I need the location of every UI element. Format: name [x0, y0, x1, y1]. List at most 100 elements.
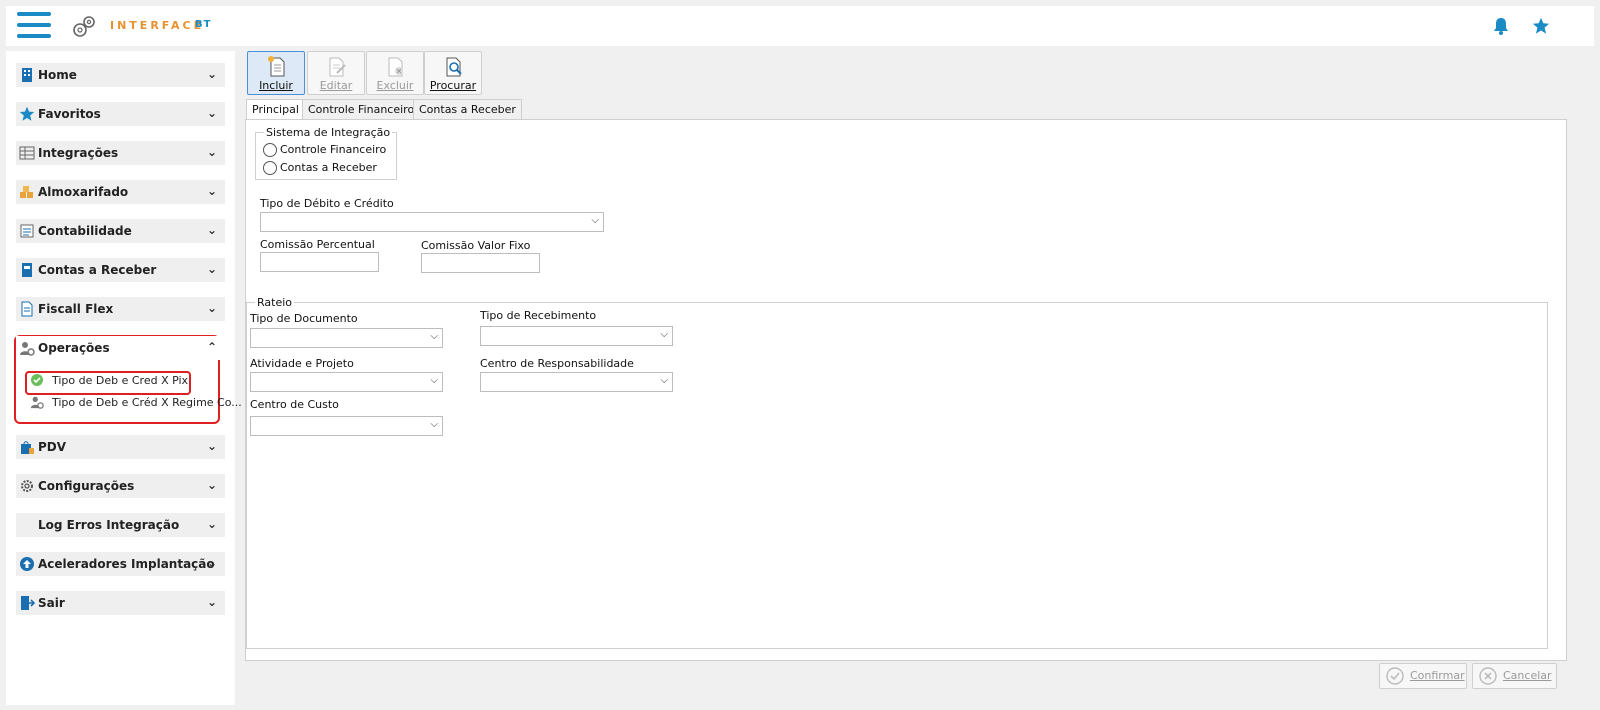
chevron-down-icon: ⌵ [591, 215, 599, 226]
chevron-down-icon: ⌵ [430, 331, 438, 342]
excluir-button[interactable]: Excluir [366, 51, 424, 95]
user-gear-icon [30, 396, 44, 409]
radio-contas-a-receber[interactable] [263, 161, 277, 175]
centro-custo-select[interactable]: ⌵ [250, 416, 443, 436]
atividade-projeto-select[interactable]: ⌵ [250, 372, 443, 392]
tipo-documento-select[interactable]: ⌵ [250, 328, 443, 348]
sidebar-item-contabilidade[interactable]: Contabilidade ⌄ [16, 219, 225, 243]
edit-document-icon [329, 57, 346, 77]
comissao-valor-fixo-label: Comissão Valor Fixo [421, 239, 531, 252]
editar-button[interactable]: Editar [307, 51, 365, 95]
sidebar-item-fiscall-flex[interactable]: Fiscall Flex ⌄ [16, 297, 225, 321]
user-gear-icon [20, 342, 35, 356]
sidebar-item-label: Almoxarifado [38, 185, 129, 199]
bag-icon [21, 441, 34, 454]
comissao-percentual-label: Comissão Percentual [260, 238, 375, 251]
chevron-double-down-icon: ⌄ [206, 262, 217, 276]
chevron-double-down-icon: ⌄ [206, 67, 217, 81]
tipo-recebimento-select[interactable]: ⌵ [480, 326, 673, 346]
incluir-button[interactable]: Incluir [247, 51, 305, 95]
book-icon [22, 263, 32, 277]
centro-responsabilidade-select[interactable]: ⌵ [480, 372, 673, 392]
arrow-up-icon [20, 557, 34, 571]
excluir-label: Excluir [376, 79, 414, 92]
atividade-projeto-label: Atividade e Projeto [250, 357, 354, 370]
chevron-down-icon: ⌵ [660, 375, 668, 386]
chevron-double-up-icon: ⌃ [206, 340, 217, 354]
sidebar-item-label: Configurações [38, 479, 135, 493]
sidebar-item-pdv[interactable]: PDV ⌄ [16, 435, 225, 459]
sidebar-item-configuracoes[interactable]: Configurações ⌄ [16, 474, 225, 498]
sidebar-item-contas-a-receber[interactable]: Contas a Receber ⌄ [16, 258, 225, 282]
tipo-recebimento-label: Tipo de Recebimento [480, 309, 597, 322]
star-icon [19, 106, 35, 121]
building-icon [22, 68, 32, 82]
boxes-icon [20, 186, 33, 198]
chevron-double-down-icon: ⌄ [206, 556, 217, 570]
sidebar-item-sair[interactable]: Sair ⌄ [16, 591, 225, 615]
radio-controle-financeiro[interactable] [263, 143, 277, 157]
sidebar-item-label: Fiscall Flex [38, 302, 114, 316]
bell-icon[interactable] [1493, 17, 1509, 35]
sidebar-item-favoritos[interactable]: Favoritos ⌄ [16, 102, 225, 126]
sidebar-item-home[interactable]: Home ⌄ [16, 63, 225, 87]
confirmar-label: Confirmar [1410, 669, 1465, 682]
tab-controle-financeiro[interactable]: Controle Financeiro [302, 99, 421, 120]
incluir-label: Incluir [259, 79, 293, 92]
gear-icon [21, 480, 33, 492]
cancelar-button[interactable]: Cancelar [1472, 663, 1557, 689]
sub-item-tipo-deb-cred-pix[interactable]: Tipo de Deb e Cred X Pix [26, 371, 189, 391]
document-icon [21, 301, 33, 317]
sidebar-item-label: Contas a Receber [38, 263, 157, 277]
check-circle-icon [1386, 667, 1404, 685]
sidebar-item-integracoes[interactable]: Integrações ⌄ [16, 141, 225, 165]
brand-suffix: BT [195, 19, 212, 30]
chevron-down-icon: ⌵ [430, 375, 438, 386]
sub-item-label: Tipo de Deb e Créd X Regime Co... [52, 396, 242, 409]
centro-custo-label: Centro de Custo [250, 398, 339, 411]
sistema-integracao-title: Sistema de Integração [264, 126, 393, 139]
sub-item-tipo-deb-cred-regime[interactable]: Tipo de Deb e Créd X Regime Co... [26, 393, 242, 413]
menu-icon[interactable] [17, 12, 51, 38]
brand-name: INTERFACE [110, 19, 205, 32]
chevron-down-icon: ⌵ [430, 419, 438, 430]
sidebar-item-log-erros[interactable]: Log Erros Integração ⌄ [16, 513, 225, 537]
comissao-valor-fixo-input[interactable] [421, 253, 540, 273]
sidebar-item-label: Aceleradores Implantação [38, 557, 215, 571]
main-content: Incluir Editar Excluir Procurar Principa… [244, 51, 1567, 704]
chevron-double-down-icon: ⌄ [206, 106, 217, 120]
chevron-double-down-icon: ⌄ [206, 301, 217, 315]
radio-contas-a-receber-label: Contas a Receber [280, 161, 377, 174]
sidebar-item-label: Sair [38, 596, 65, 610]
sidebar-item-label: Home [38, 68, 77, 82]
sidebar-item-label: PDV [38, 440, 67, 454]
rateio-group: Rateio Tipo de Documento ⌵ Tipo de Receb… [246, 296, 1548, 649]
chevron-double-down-icon: ⌄ [206, 145, 217, 159]
table-icon [19, 146, 35, 160]
sidebar-item-label: Favoritos [38, 107, 101, 121]
check-icon [31, 374, 43, 386]
tab-principal[interactable]: Principal [246, 99, 305, 121]
confirmar-button[interactable]: Confirmar [1379, 663, 1467, 689]
sidebar-item-almoxarifado[interactable]: Almoxarifado ⌄ [16, 180, 225, 204]
sub-item-label: Tipo de Deb e Cred X Pix [52, 374, 189, 387]
tipo-debito-credito-select[interactable]: ⌵ [260, 212, 604, 232]
sidebar-item-label: Log Erros Integração [38, 518, 180, 532]
comissao-percentual-input[interactable] [260, 252, 379, 272]
editar-label: Editar [319, 79, 353, 92]
cancelar-label: Cancelar [1503, 669, 1552, 682]
tipo-documento-label: Tipo de Documento [250, 312, 358, 325]
centro-responsabilidade-label: Centro de Responsabilidade [480, 357, 634, 370]
procurar-label: Procurar [429, 79, 477, 92]
form-panel: Sistema de Integração Controle Financeir… [245, 119, 1567, 661]
chevron-down-icon: ⌵ [660, 329, 668, 340]
sidebar-item-label: Integrações [38, 146, 119, 160]
search-document-icon [446, 57, 462, 77]
procurar-button[interactable]: Procurar [424, 51, 482, 95]
tab-contas-a-receber[interactable]: Contas a Receber [413, 99, 522, 120]
sidebar-item-operacoes[interactable]: Operações ⌃ [16, 336, 225, 360]
sidebar-item-aceleradores[interactable]: Aceleradores Implantação ⌄ [16, 552, 225, 576]
log-icon [19, 517, 35, 533]
star-icon[interactable] [1532, 17, 1550, 35]
chevron-double-down-icon: ⌄ [206, 223, 217, 237]
